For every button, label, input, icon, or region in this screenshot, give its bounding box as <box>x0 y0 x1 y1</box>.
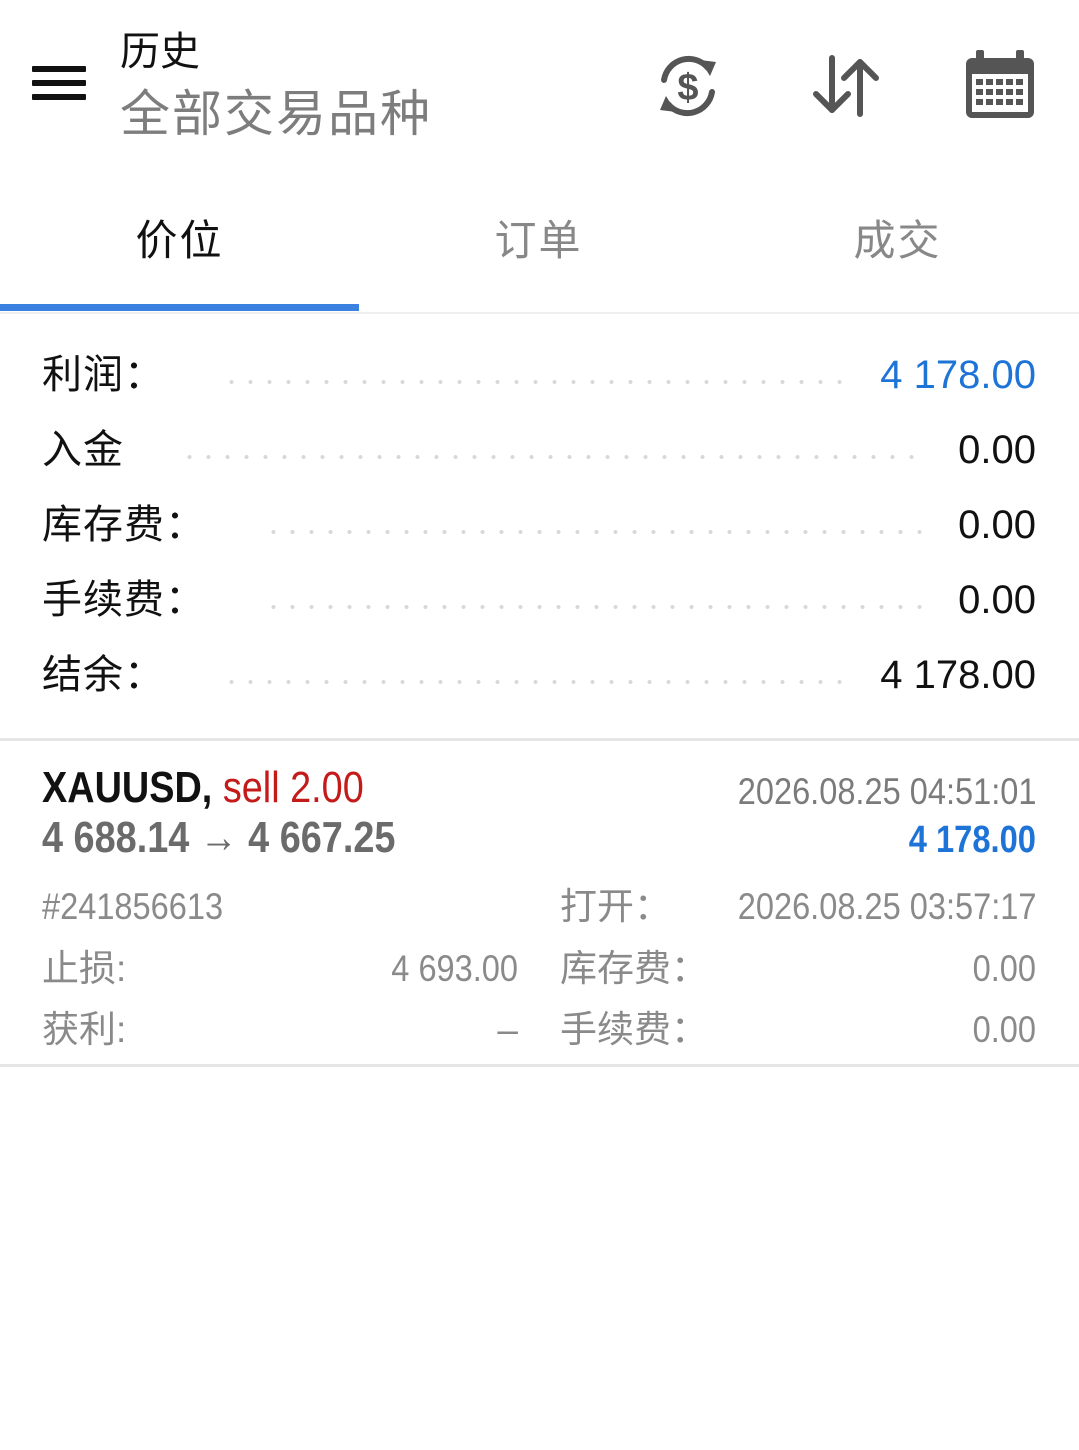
commission-label: 手续费： <box>560 1009 708 1050</box>
menu-icon[interactable] <box>30 62 88 106</box>
symbol-name: XAUUSD, <box>42 763 213 812</box>
summary-label: 手续费： <box>42 578 206 622</box>
tab-bar: 价位 订单 成交 <box>0 170 1079 314</box>
summary-row-deposit: 入金 0.00 <box>42 415 1036 485</box>
summary-label: 结余： <box>42 653 165 697</box>
symbol-filter[interactable]: 全部交易品种 <box>120 84 432 144</box>
tab-deals[interactable]: 成交 <box>718 170 1077 310</box>
tab-orders[interactable]: 订单 <box>359 170 718 310</box>
dot-leader <box>222 680 842 684</box>
swap-value: 0.00 <box>972 948 1036 989</box>
open-time: 2026.08.25 03:57:17 <box>737 886 1036 927</box>
tab-positions[interactable]: 价位 <box>0 170 359 310</box>
summary-label: 利润： <box>42 353 165 397</box>
active-tab-indicator <box>0 304 359 311</box>
deal-type-volume: sell 2.00 <box>222 763 364 812</box>
page-title: 历史 <box>120 30 200 74</box>
summary-row-profit: 利润： 4 178.00 <box>42 340 1036 410</box>
tp-label: 获利: <box>42 1009 127 1050</box>
app-header: 历史 全部交易品种 $ <box>0 0 1079 170</box>
sl-label: 止损: <box>42 948 127 989</box>
summary-label: 库存费： <box>42 503 206 547</box>
summary-row-swap: 库存费： 0.00 <box>42 490 1036 560</box>
deal-ticket: #241856613 <box>42 886 224 927</box>
deal-close-time: 2026.08.25 04:51:01 <box>737 771 1036 812</box>
swap-label: 库存费： <box>560 948 708 989</box>
summary-value-balance: 4 178.00 <box>880 653 1036 697</box>
calendar-icon[interactable] <box>962 48 1038 124</box>
deal-prices: 4 688.14 → 4 667.25 <box>42 813 396 862</box>
open-label: 打开： <box>560 886 671 927</box>
deal-profit: 4 178.00 <box>908 819 1036 861</box>
dot-leader <box>180 455 920 459</box>
summary-value-profit: 4 178.00 <box>880 353 1036 397</box>
summary-value-swap: 0.00 <box>958 503 1036 547</box>
list-item[interactable]: XAUUSD, sell 2.00 4 688.14 → 4 667.25 20… <box>0 741 1079 1066</box>
sl-value: 4 693.00 <box>391 948 518 989</box>
summary-row-commission: 手续费： 0.00 <box>42 565 1036 635</box>
summary-value-commission: 0.00 <box>958 578 1036 622</box>
summary-value-deposit: 0.00 <box>958 428 1036 472</box>
dot-leader <box>222 380 842 384</box>
commission-value: 0.00 <box>972 1009 1036 1050</box>
tp-value: – <box>497 1009 518 1050</box>
deal-symbol: XAUUSD, sell 2.00 <box>42 761 364 815</box>
summary-label: 入金 <box>42 428 124 472</box>
currency-exchange-icon[interactable]: $ <box>650 48 726 124</box>
sort-icon[interactable] <box>808 48 884 124</box>
divider <box>0 1064 1079 1067</box>
summary-row-balance: 结余： 4 178.00 <box>42 640 1036 710</box>
svg-text:$: $ <box>677 67 698 109</box>
dot-leader <box>264 530 924 534</box>
dot-leader <box>264 605 924 609</box>
